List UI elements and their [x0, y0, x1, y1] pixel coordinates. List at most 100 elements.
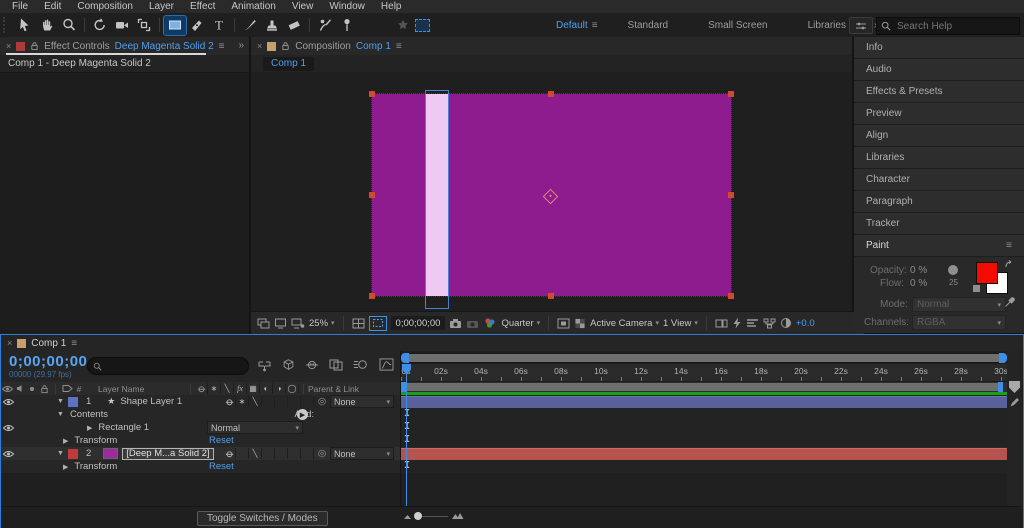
- work-area-region[interactable]: [406, 383, 998, 391]
- expander-icon[interactable]: ▶: [63, 463, 68, 471]
- menu-window[interactable]: Window: [321, 0, 373, 13]
- shape-rectangle[interactable]: [425, 90, 449, 309]
- live-update-pen-icon[interactable]: [1009, 397, 1020, 408]
- graph-editor-button[interactable]: [379, 358, 394, 371]
- parent-pickwhip-icon[interactable]: ◎: [314, 448, 330, 459]
- sidebar-panel-effects-presets[interactable]: Effects & Presets: [854, 81, 1024, 103]
- zoom-tool[interactable]: [58, 16, 80, 35]
- eraser-tool[interactable]: [283, 16, 305, 35]
- selection-tool[interactable]: [14, 16, 36, 35]
- lock-column-icon[interactable]: [38, 384, 51, 394]
- workspace-tab-small-screen[interactable]: Small Screen: [708, 20, 767, 31]
- view-layout-dropdown[interactable]: 1 View▾: [663, 318, 698, 329]
- transform-reset-link[interactable]: Reset: [209, 461, 234, 472]
- eye-icon[interactable]: [1, 450, 15, 458]
- pen-tool[interactable]: [186, 16, 208, 35]
- switch-cell[interactable]: [301, 396, 314, 407]
- foreground-color-swatch[interactable]: [976, 262, 998, 284]
- adjustment-column-icon[interactable]: ◑: [273, 383, 286, 394]
- property-row-rectangle-1[interactable]: ▶ Rectangle 1 Normal▾: [1, 421, 400, 435]
- keyframe-ibeam[interactable]: I: [404, 421, 410, 433]
- expander-icon[interactable]: ▼: [57, 411, 64, 418]
- shy-layers-button[interactable]: [305, 358, 319, 371]
- grid-options-icon[interactable]: [352, 318, 365, 329]
- selection-handle[interactable]: [728, 293, 734, 299]
- help-search-input[interactable]: [895, 20, 1009, 33]
- collapse-toggle[interactable]: ∗: [236, 396, 249, 407]
- exposure-value[interactable]: +0.0: [796, 318, 815, 329]
- effect-controls-tab[interactable]: × Effect Controls Deep Magenta Solid 2 ≡…: [0, 37, 249, 55]
- menu-edit[interactable]: Edit: [36, 0, 69, 13]
- shy-toggle[interactable]: [223, 396, 236, 407]
- show-snapshot-icon[interactable]: [466, 318, 479, 329]
- sidebar-panel-preview[interactable]: Preview: [854, 103, 1024, 125]
- frame-blend-column-icon[interactable]: ▦: [247, 383, 260, 394]
- rectangle-tool[interactable]: [164, 16, 186, 35]
- parent-pickwhip-icon[interactable]: ◎: [314, 396, 330, 407]
- menu-layer[interactable]: Layer: [141, 0, 182, 13]
- sidebar-panel-character[interactable]: Character: [854, 169, 1024, 191]
- tab-close-icon[interactable]: ×: [6, 41, 11, 51]
- view-dropdown[interactable]: Active Camera▾: [590, 318, 659, 329]
- composition-tab[interactable]: × Composition Comp 1 ≡: [251, 37, 852, 55]
- layer-row-shape-layer-1[interactable]: ▼ 1 ★ Shape Layer 1 ∗ ╲ ◎ None▾: [1, 395, 400, 409]
- menu-help[interactable]: Help: [373, 0, 410, 13]
- workspace-settings-button[interactable]: [849, 17, 873, 34]
- frame-blending-button[interactable]: [329, 358, 343, 371]
- index-column-header[interactable]: #: [74, 384, 84, 394]
- blend-mode-select[interactable]: Normal▾: [207, 421, 303, 434]
- property-name[interactable]: Transform: [74, 435, 117, 446]
- switch-cell[interactable]: [262, 396, 275, 407]
- navigator-end-handle[interactable]: [999, 353, 1007, 363]
- sidebar-panel-libraries[interactable]: Libraries: [854, 147, 1024, 169]
- selection-handle[interactable]: [369, 91, 375, 97]
- paint-menu-icon[interactable]: ≡: [1006, 240, 1012, 251]
- track-row-solid[interactable]: [401, 447, 1007, 461]
- layer-row-deep-magenta-solid[interactable]: ▼ 2 [Deep M...a Solid 2] ╲ ◎ None▾: [1, 447, 400, 461]
- toggle-switches-button[interactable]: Toggle Switches / Modes: [197, 511, 328, 526]
- label-column-icon[interactable]: [60, 384, 74, 393]
- fast-previews-icon[interactable]: [732, 317, 742, 329]
- brush-tool[interactable]: [239, 16, 261, 35]
- layer-name[interactable]: Shape Layer 1: [120, 396, 182, 407]
- hand-tool[interactable]: [36, 16, 58, 35]
- panel-menu-icon[interactable]: ≡: [71, 338, 77, 349]
- switch-cell[interactable]: [275, 396, 288, 407]
- default-colors-icon[interactable]: [972, 284, 981, 293]
- work-area-end-handle[interactable]: [998, 382, 1003, 392]
- time-ruler[interactable]: 0s 02s 04s 06s 08s 10s 12s 14s 16s 18s 2…: [401, 364, 1007, 382]
- channels-select[interactable]: RGBA▾: [912, 315, 1006, 330]
- comp-flowchart-icon[interactable]: [763, 318, 776, 329]
- snapshot-camera-icon[interactable]: [449, 318, 462, 329]
- track-row-transform-2[interactable]: I: [401, 460, 1007, 474]
- menu-composition[interactable]: Composition: [69, 0, 141, 13]
- selection-handle[interactable]: [369, 293, 375, 299]
- timeline-tab[interactable]: × Comp 1 ≡: [1, 335, 1023, 351]
- sidebar-panel-paragraph[interactable]: Paragraph: [854, 191, 1024, 213]
- timeline-zoom-slider-handle[interactable]: [414, 512, 422, 520]
- time-navigator[interactable]: [401, 353, 1007, 363]
- navigator-bar[interactable]: [409, 354, 999, 362]
- quality-toggle[interactable]: ╲: [249, 448, 262, 459]
- sidebar-panel-align[interactable]: Align: [854, 125, 1024, 147]
- property-name[interactable]: Contents: [70, 409, 108, 420]
- viewer-tab-comp1[interactable]: Comp 1: [263, 57, 314, 71]
- comp-mini-flowchart-button[interactable]: [257, 359, 272, 372]
- switch-cell[interactable]: [288, 448, 301, 459]
- workspace-tab-default[interactable]: Default: [556, 20, 588, 31]
- workspace-tab-libraries[interactable]: Libraries: [808, 20, 846, 31]
- zoom-in-mountain-icon[interactable]: [451, 512, 464, 520]
- workspace-menu-icon[interactable]: ≡: [592, 20, 598, 31]
- sidebar-panel-tracker[interactable]: Tracker: [854, 213, 1024, 235]
- motion-blur-column-icon[interactable]: ◐: [260, 383, 273, 394]
- property-row-transform-2[interactable]: ▶ Transform Reset: [1, 460, 400, 474]
- pan-behind-tool[interactable]: [133, 16, 155, 35]
- sidebar-panel-info[interactable]: Info: [854, 37, 1024, 59]
- main-monitor-icon[interactable]: [274, 318, 287, 329]
- property-name[interactable]: Rectangle 1: [98, 422, 149, 433]
- zoom-out-mountain-icon[interactable]: [403, 513, 412, 520]
- tab-close-icon[interactable]: ×: [7, 338, 12, 348]
- panel-overflow-chevron[interactable]: »: [238, 40, 243, 51]
- layer-name[interactable]: [Deep M...a Solid 2]: [122, 448, 213, 460]
- property-row-contents[interactable]: ▼ Contents Add: ▶: [1, 408, 400, 422]
